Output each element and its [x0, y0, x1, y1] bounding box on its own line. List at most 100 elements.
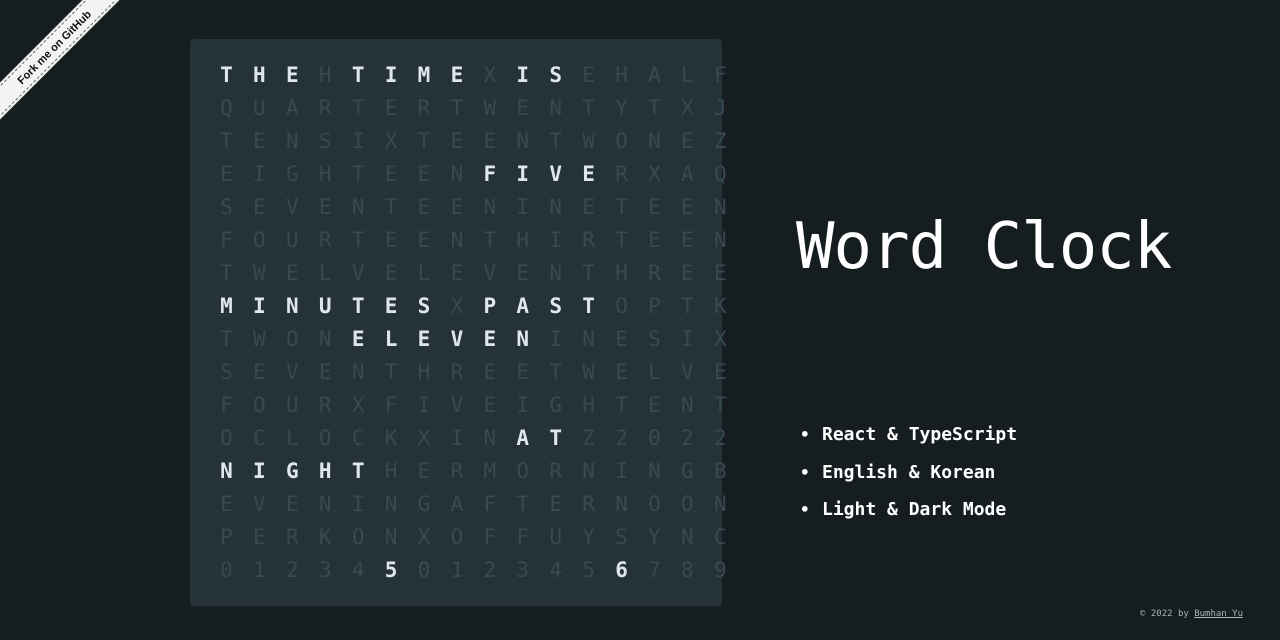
page-title: Word Clock: [796, 210, 1172, 284]
clock-row: QUARTERTWENTYTXJ: [210, 92, 726, 125]
clock-letter-lit: I: [516, 63, 530, 87]
clock-letter: L: [648, 360, 661, 384]
clock-letter: C: [351, 426, 365, 450]
clock-letter: W: [253, 261, 266, 285]
clock-letter: E: [285, 492, 299, 516]
clock-letter: T: [220, 129, 233, 153]
feature-label: React & TypeScript: [822, 424, 1018, 446]
clock-letter: F: [384, 393, 398, 417]
clock-letter: T: [351, 228, 365, 252]
clock-letter: E: [549, 492, 562, 516]
clock-letter-lit: L: [384, 327, 398, 351]
clock-letter: F: [516, 525, 530, 549]
clock-letter-lit: E: [384, 294, 398, 318]
clock-letter: Q: [713, 162, 727, 186]
clock-letter: N: [713, 228, 727, 252]
clock-letter-lit: E: [450, 63, 464, 87]
clock-letter: N: [615, 492, 628, 516]
clock-letter-lit: F: [483, 162, 497, 186]
clock-letter: X: [681, 96, 694, 120]
clock-letter: G: [681, 459, 694, 483]
clock-letter: E: [253, 195, 266, 219]
clock-letter: T: [351, 162, 365, 186]
clock-letter: O: [253, 393, 266, 417]
clock-letter: A: [450, 492, 464, 516]
clock-letter: E: [648, 393, 661, 417]
clock-letter: L: [285, 426, 299, 450]
clock-letter: V: [483, 261, 497, 285]
clock-letter-lit: P: [483, 294, 497, 318]
clock-letter: E: [450, 261, 464, 285]
clock-letter: 3: [516, 558, 530, 582]
clock-letter: S: [220, 360, 233, 384]
clock-letter-lit: S: [549, 63, 562, 87]
clock-letter: I: [253, 162, 266, 186]
clock-letter: I: [681, 327, 694, 351]
clock-letter-lit: N: [285, 294, 299, 318]
clock-letter: U: [253, 96, 266, 120]
clock-letter: X: [417, 426, 431, 450]
clock-letter: T: [220, 261, 233, 285]
clock-row: OCLOCKXINATZ2022: [210, 422, 726, 455]
clock-letter: E: [615, 360, 628, 384]
clock-letter: H: [516, 228, 530, 252]
clock-letter: E: [516, 96, 530, 120]
clock-letter: 2: [285, 558, 299, 582]
clock-letter: T: [681, 294, 694, 318]
clock-letter-lit: 5: [384, 558, 398, 582]
clock-letter: E: [220, 492, 233, 516]
clock-letter-lit: T: [351, 459, 365, 483]
clock-letter: N: [318, 492, 332, 516]
clock-letter: N: [285, 129, 299, 153]
clock-letter: C: [713, 525, 727, 549]
clock-letter: F: [220, 393, 233, 417]
clock-letter-lit: S: [549, 294, 562, 318]
clock-row: PERKONXOFFUYSYNC: [210, 521, 726, 554]
clock-letter: E: [285, 261, 299, 285]
clock-row: FOURXFIVEIGHTENT: [210, 389, 726, 422]
clock-letter: 2: [713, 426, 727, 450]
clock-letter: K: [384, 426, 398, 450]
clock-letter: E: [417, 228, 431, 252]
clock-letter: 5: [582, 558, 595, 582]
clock-letter-lit: G: [285, 459, 299, 483]
clock-letter: L: [318, 261, 332, 285]
clock-letter: I: [615, 459, 628, 483]
clock-row: SEVENTHREETWELVE: [210, 356, 726, 389]
clock-letter: L: [681, 63, 694, 87]
clock-letter: S: [318, 129, 332, 153]
clock-letter: E: [681, 195, 694, 219]
clock-letter: E: [384, 228, 398, 252]
clock-letter: 1: [253, 558, 266, 582]
clock-letter: N: [549, 96, 562, 120]
clock-letter: R: [450, 459, 464, 483]
clock-letter: P: [648, 294, 661, 318]
clock-letter: 0: [417, 558, 431, 582]
clock-letter: H: [417, 360, 431, 384]
fork-on-github-ribbon[interactable]: Fork me on GitHub: [0, 0, 133, 126]
clock-letter: N: [351, 360, 365, 384]
clock-letter: H: [615, 63, 628, 87]
feature-item: • English & Korean: [800, 454, 1017, 492]
clock-letter: X: [384, 129, 398, 153]
clock-letter-lit: U: [318, 294, 332, 318]
github-corner: Fork me on GitHub: [0, 0, 150, 150]
clock-letter: T: [648, 96, 661, 120]
clock-letter: H: [318, 162, 332, 186]
clock-letter: I: [516, 195, 530, 219]
clock-letter: E: [582, 195, 595, 219]
clock-letter: O: [351, 525, 365, 549]
clock-letter: Y: [582, 525, 595, 549]
clock-letter: N: [450, 162, 464, 186]
clock-letter: Z: [713, 129, 727, 153]
clock-row: EIGHTEENFIVERXAQ: [210, 158, 726, 191]
clock-letter-lit: V: [549, 162, 562, 186]
clock-letter: E: [450, 129, 464, 153]
clock-letter: V: [351, 261, 365, 285]
clock-letter: U: [285, 393, 299, 417]
clock-letter: T: [549, 129, 562, 153]
clock-row: MINUTESXPASTOPTK: [210, 290, 726, 323]
clock-letter: I: [450, 426, 464, 450]
clock-letter: G: [549, 393, 562, 417]
author-link[interactable]: Bumhan Yu: [1194, 609, 1243, 619]
